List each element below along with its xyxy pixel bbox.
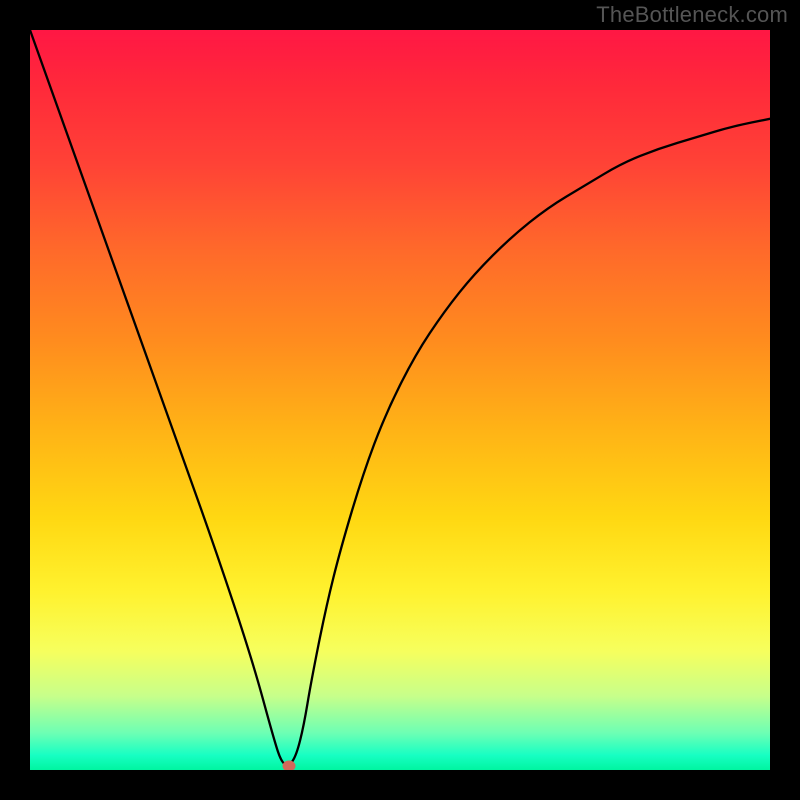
chart-frame: TheBottleneck.com	[0, 0, 800, 800]
watermark-text: TheBottleneck.com	[596, 2, 788, 28]
bottleneck-curve	[30, 30, 770, 765]
curve-layer	[30, 30, 770, 770]
minimum-marker	[283, 761, 296, 770]
plot-area	[30, 30, 770, 770]
